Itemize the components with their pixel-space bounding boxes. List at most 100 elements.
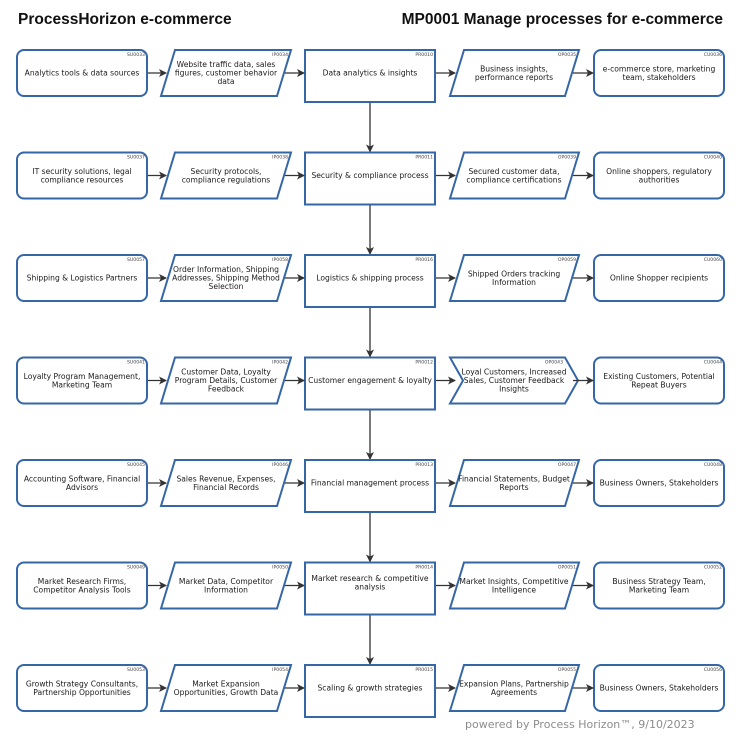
element-id: CU0060 — [704, 257, 722, 263]
output-label-line: performance reports — [475, 73, 553, 82]
process-box[interactable]: PR0014Market research & competitiveanaly… — [304, 561, 436, 616]
customer-box[interactable]: CU0044Existing Customers, PotentialRepea… — [593, 356, 725, 405]
supplier-label-line: Partnership Opportunities — [33, 688, 131, 697]
input-label-line: Opportunities, Growth Data — [174, 688, 279, 697]
input-label-line: Financial Records — [193, 483, 259, 492]
element-id: SU0057 — [127, 257, 145, 263]
element-id: IP0034 — [272, 52, 288, 58]
supplier-label-line: Advisors — [66, 483, 98, 492]
element-id: OP0035 — [558, 52, 576, 58]
element-id: PR0014 — [415, 565, 433, 571]
input-parallelogram[interactable]: IP0046Sales Revenue, Expenses,Financial … — [159, 459, 293, 507]
element-id: SU0045 — [127, 462, 145, 468]
element-id: CU0056 — [704, 667, 722, 673]
customer-box[interactable]: CU0052Business Strategy Team,Marketing T… — [593, 561, 725, 610]
element-id: SU0033 — [127, 52, 145, 58]
element-id: PR0012 — [415, 360, 433, 366]
input-parallelogram[interactable]: IP0058Order Information, ShippingAddress… — [159, 254, 293, 302]
process-box[interactable]: PR0012 Customer engagement & loyalty — [304, 356, 436, 411]
output-chevron[interactable]: OP0043Loyal Customers, IncreasedSales, C… — [448, 356, 580, 405]
process-label-line: Logistics & shipping process — [316, 274, 423, 283]
supplier-box[interactable]: SU0049Market Research Firms,Competitor A… — [16, 561, 148, 610]
element-id: OP0039 — [558, 155, 576, 161]
output-label-line: compliance certifications — [466, 175, 561, 184]
element-id: CU0048 — [704, 462, 722, 468]
input-label-line: compliance regulations — [182, 175, 271, 184]
element-id: PR0016 — [415, 257, 433, 263]
supplier-label-line: Analytics tools & data sources — [25, 69, 140, 78]
output-parallelogram[interactable]: OP0039Secured customer data,compliance c… — [448, 151, 581, 200]
customer-label-line: Online Shopper recipients — [610, 274, 708, 283]
output-parallelogram[interactable]: OP0051Market Insights, CompetitiveIntell… — [448, 561, 581, 610]
element-id: OP0043 — [545, 360, 563, 366]
process-label-line: Security & compliance process — [311, 171, 428, 180]
element-id: OP0055 — [558, 667, 576, 673]
customer-box[interactable]: CU0056 Business Owners, Stakeholders — [593, 664, 725, 712]
element-id: SU0053 — [127, 667, 145, 673]
supplier-box[interactable]: SU0033 Analytics tools & data sources — [16, 49, 148, 97]
input-parallelogram[interactable]: IP0050Market Data, CompetitorInformation — [159, 561, 293, 610]
output-parallelogram[interactable]: OP0055Expansion Plans, PartnershipAgreem… — [448, 664, 581, 712]
supplier-label-line: Shipping & Logistics Partners — [27, 274, 138, 283]
customer-label-line: Marketing Team — [629, 585, 689, 594]
supplier-label-line: Marketing Team — [52, 380, 112, 389]
element-id: CU0040 — [704, 155, 722, 161]
element-id: IP0042 — [272, 360, 288, 366]
input-parallelogram[interactable]: IP0034Website traffic data, salesfigures… — [159, 49, 293, 97]
element-id: OP0059 — [558, 257, 576, 263]
customer-label-line: team, stakeholders — [622, 73, 695, 82]
output-parallelogram[interactable]: OP0059Shipped Orders trackingInformation — [448, 254, 581, 302]
element-id: IP0050 — [272, 565, 288, 571]
process-box[interactable]: PR0013 Financial management process — [304, 459, 436, 513]
element-id: IP0054 — [272, 667, 288, 673]
customer-box[interactable]: CU0036e-commerce store, marketingteam, s… — [593, 49, 725, 97]
element-id: OP0047 — [558, 462, 576, 468]
footer-credit: powered by Process Horizon™, 9/10/2023 — [465, 718, 695, 731]
output-label-line: Intelligence — [492, 585, 537, 594]
element-id: IP0038 — [272, 155, 288, 161]
process-label-line: analysis — [355, 582, 386, 591]
supplier-label-line: compliance resources — [41, 175, 124, 184]
process-label-line: Financial management process — [311, 479, 429, 488]
element-id: CU0052 — [704, 565, 722, 571]
input-label-line: Information — [204, 585, 248, 594]
process-label-line: Customer engagement & loyalty — [308, 376, 432, 385]
input-label-line: Selection — [209, 282, 244, 291]
customer-box[interactable]: CU0040Online shoppers, regulatoryauthori… — [593, 151, 725, 200]
output-label-line: Reports — [499, 483, 528, 492]
input-parallelogram[interactable]: IP0038Security protocols,compliance regu… — [159, 151, 293, 200]
customer-box[interactable]: CU0048 Business Owners, Stakeholders — [593, 459, 725, 507]
input-parallelogram[interactable]: IP0042Customer Data, LoyaltyProgram Deta… — [159, 356, 293, 405]
supplier-box[interactable]: SU0057 Shipping & Logistics Partners — [16, 254, 148, 302]
output-parallelogram[interactable]: OP0035Business insights,performance repo… — [448, 49, 581, 97]
input-label-line: Feedback — [208, 385, 245, 394]
input-parallelogram[interactable]: IP0054Market ExpansionOpportunities, Gro… — [159, 664, 293, 712]
element-id: IP0046 — [272, 462, 288, 468]
element-id: SU0049 — [127, 565, 145, 571]
element-id: CU0036 — [704, 52, 722, 58]
customer-label-line: Business Owners, Stakeholders — [600, 479, 719, 488]
element-id: PR0013 — [415, 462, 433, 468]
element-id: SU0041 — [127, 360, 145, 366]
element-id: OP0051 — [558, 565, 576, 571]
element-id: SU0037 — [127, 155, 145, 161]
element-id: PR0011 — [415, 155, 433, 161]
supplier-box[interactable]: SU0041Loyalty Program Management,Marketi… — [16, 356, 148, 405]
supplier-box[interactable]: SU0045Accounting Software, FinancialAdvi… — [16, 459, 148, 507]
process-label-line: Scaling & growth strategies — [317, 684, 422, 693]
process-box[interactable]: PR0010 Data analytics & insights — [304, 49, 436, 103]
process-box[interactable]: PR0011 Security & compliance process — [304, 151, 436, 206]
customer-label-line: authorities — [639, 175, 680, 184]
output-label-line: Information — [492, 278, 536, 287]
element-id: PR0010 — [415, 52, 433, 58]
element-id: CU0044 — [704, 360, 722, 366]
process-label-line: Data analytics & insights — [323, 69, 418, 78]
customer-label-line: Business Owners, Stakeholders — [600, 684, 719, 693]
output-parallelogram[interactable]: OP0047Financial Statements, BudgetReport… — [448, 459, 581, 507]
element-id: PR0015 — [415, 667, 433, 673]
process-box[interactable]: PR0015 Scaling & growth strategies — [304, 664, 436, 718]
process-box[interactable]: PR0016 Logistics & shipping process — [304, 254, 436, 308]
supplier-box[interactable]: SU0053Growth Strategy Consultants,Partne… — [16, 664, 148, 712]
customer-box[interactable]: CU0060 Online Shopper recipients — [593, 254, 725, 302]
supplier-box[interactable]: SU0037IT security solutions, legalcompli… — [16, 151, 148, 200]
